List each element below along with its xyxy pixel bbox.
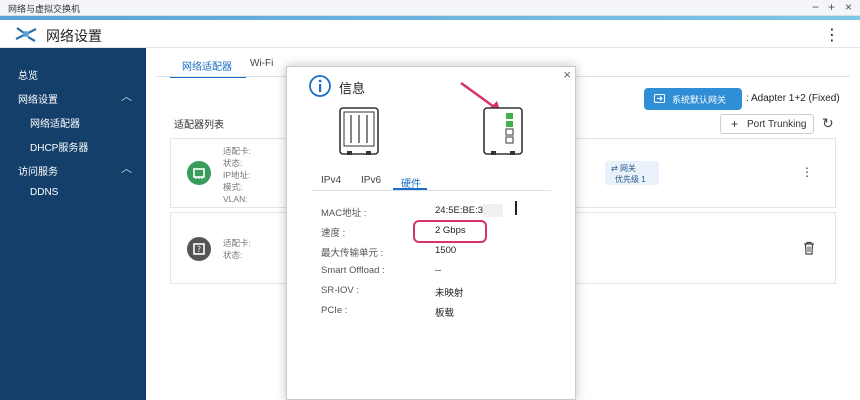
tab-ipv4[interactable]: IPv4: [321, 175, 341, 186]
chevron-up-icon: ︿: [121, 163, 132, 175]
plus-icon: +: [731, 117, 739, 131]
tab-ipv6[interactable]: IPv6: [361, 175, 381, 186]
speed-label: 速度 :: [321, 228, 346, 239]
sidebar-item-label: 总览: [18, 71, 38, 82]
field-label: 适配卡:: [223, 146, 251, 156]
speed-highlight: [413, 220, 487, 243]
window-title: 网络与虚拟交换机: [8, 4, 81, 14]
gateway-badge-label: 网关: [619, 164, 636, 173]
adapter-field-labels: 适配卡: 状态: IP地址: 模式: VLAN:: [223, 145, 251, 205]
maximize-icon[interactable]: +: [828, 0, 835, 14]
mac-label: MAC地址 :: [321, 208, 367, 219]
info-icon: [309, 75, 331, 97]
close-window-icon[interactable]: ×: [845, 0, 852, 14]
app-header: 网络设置 ⋮: [0, 20, 860, 48]
unknown-adapter-icon: ?: [193, 243, 205, 255]
field-label: VLAN:: [223, 194, 248, 204]
mac-value: 24:5E:BE:33: [435, 205, 489, 216]
sidebar-item-label: 网络适配器: [30, 119, 80, 130]
sidebar-item-overview[interactable]: 总览: [0, 62, 146, 86]
nas-rear-icon: [483, 107, 523, 155]
tab-divider: [311, 190, 551, 191]
sriov-label: SR-IOV :: [321, 285, 360, 296]
info-dialog: × 信息 IPv4 IPv6 硬件 MAC地址 : 24:5E:BE:33 速度…: [286, 66, 576, 400]
sidebar-item-adapters[interactable]: 网络适配器: [0, 110, 146, 134]
more-actions-icon[interactable]: ⋮: [801, 165, 813, 179]
refresh-icon[interactable]: ↻: [822, 115, 834, 132]
dialog-title: 信息: [339, 81, 366, 96]
default-gateway-label: 系统默认网关: [672, 95, 727, 105]
adapter-status-icon: ?: [187, 237, 211, 261]
sidebar-item-label: 访问服务: [18, 167, 58, 178]
trash-icon[interactable]: [803, 241, 815, 255]
svg-text:?: ?: [197, 245, 201, 254]
minimize-icon[interactable]: −: [812, 0, 819, 14]
adapter-list-heading: 适配器列表: [174, 120, 224, 131]
port-trunking-label: Port Trunking: [747, 119, 807, 130]
sidebar-item-dhcp[interactable]: DHCP服务器: [0, 134, 146, 158]
network-logo-icon: [15, 27, 37, 42]
sidebar-item-label: DHCP服务器: [30, 143, 89, 154]
sidebar-item-network-settings[interactable]: 网络设置 ︿: [0, 86, 146, 110]
smart-offload-label: Smart Offload :: [321, 265, 385, 276]
default-gateway-value: : Adapter 1+2 (Fixed): [746, 93, 840, 104]
chevron-up-icon: ︿: [121, 91, 132, 103]
gateway-icon: [654, 94, 665, 103]
gateway-badge-icon: ⇄: [611, 164, 618, 173]
field-label: 状态:: [223, 250, 243, 260]
sidebar: 总览 网络设置 ︿ 网络适配器 DHCP服务器 访问服务 ︿ DDNS: [0, 48, 146, 400]
gateway-badge: ⇄ 网关 优先级 1: [605, 161, 659, 185]
pcie-label: PCIe :: [321, 305, 348, 316]
pcie-value: 板载: [435, 308, 455, 319]
field-label: IP地址:: [223, 170, 251, 180]
sidebar-item-access-services[interactable]: 访问服务 ︿: [0, 158, 146, 182]
field-label: 适配卡:: [223, 238, 251, 248]
gateway-priority: 优先级 1: [615, 175, 646, 184]
mtu-value: 1500: [435, 245, 457, 256]
more-menu-icon[interactable]: ⋮: [824, 25, 840, 45]
text-cursor: [515, 201, 517, 215]
sidebar-item-label: 网络设置: [18, 95, 58, 106]
tab-adapters[interactable]: 网络适配器: [182, 58, 232, 73]
window-titlebar: 网络与虚拟交换机 − + ×: [0, 0, 860, 16]
tab-wifi[interactable]: Wi-Fi: [250, 58, 273, 69]
sidebar-item-label: DDNS: [30, 187, 59, 198]
sriov-value: 未映射: [435, 288, 464, 299]
sidebar-item-ddns[interactable]: DDNS: [0, 182, 146, 206]
mac-redaction: [483, 204, 503, 217]
app-title: 网络设置: [46, 28, 102, 44]
ethernet-icon: [193, 168, 205, 179]
close-icon[interactable]: ×: [563, 67, 571, 82]
smart-offload-value: --: [435, 265, 442, 276]
port-trunking-button[interactable]: + Port Trunking: [720, 114, 814, 134]
default-gateway-button[interactable]: 系统默认网关: [644, 88, 742, 110]
adapter-field-labels: 适配卡: 状态:: [223, 237, 251, 261]
nas-device-icon: [339, 107, 379, 155]
field-label: 状态:: [223, 158, 243, 168]
adapter-status-icon: [187, 161, 211, 185]
mtu-label: 最大传输单元 :: [321, 248, 384, 259]
field-label: 模式:: [223, 182, 243, 192]
